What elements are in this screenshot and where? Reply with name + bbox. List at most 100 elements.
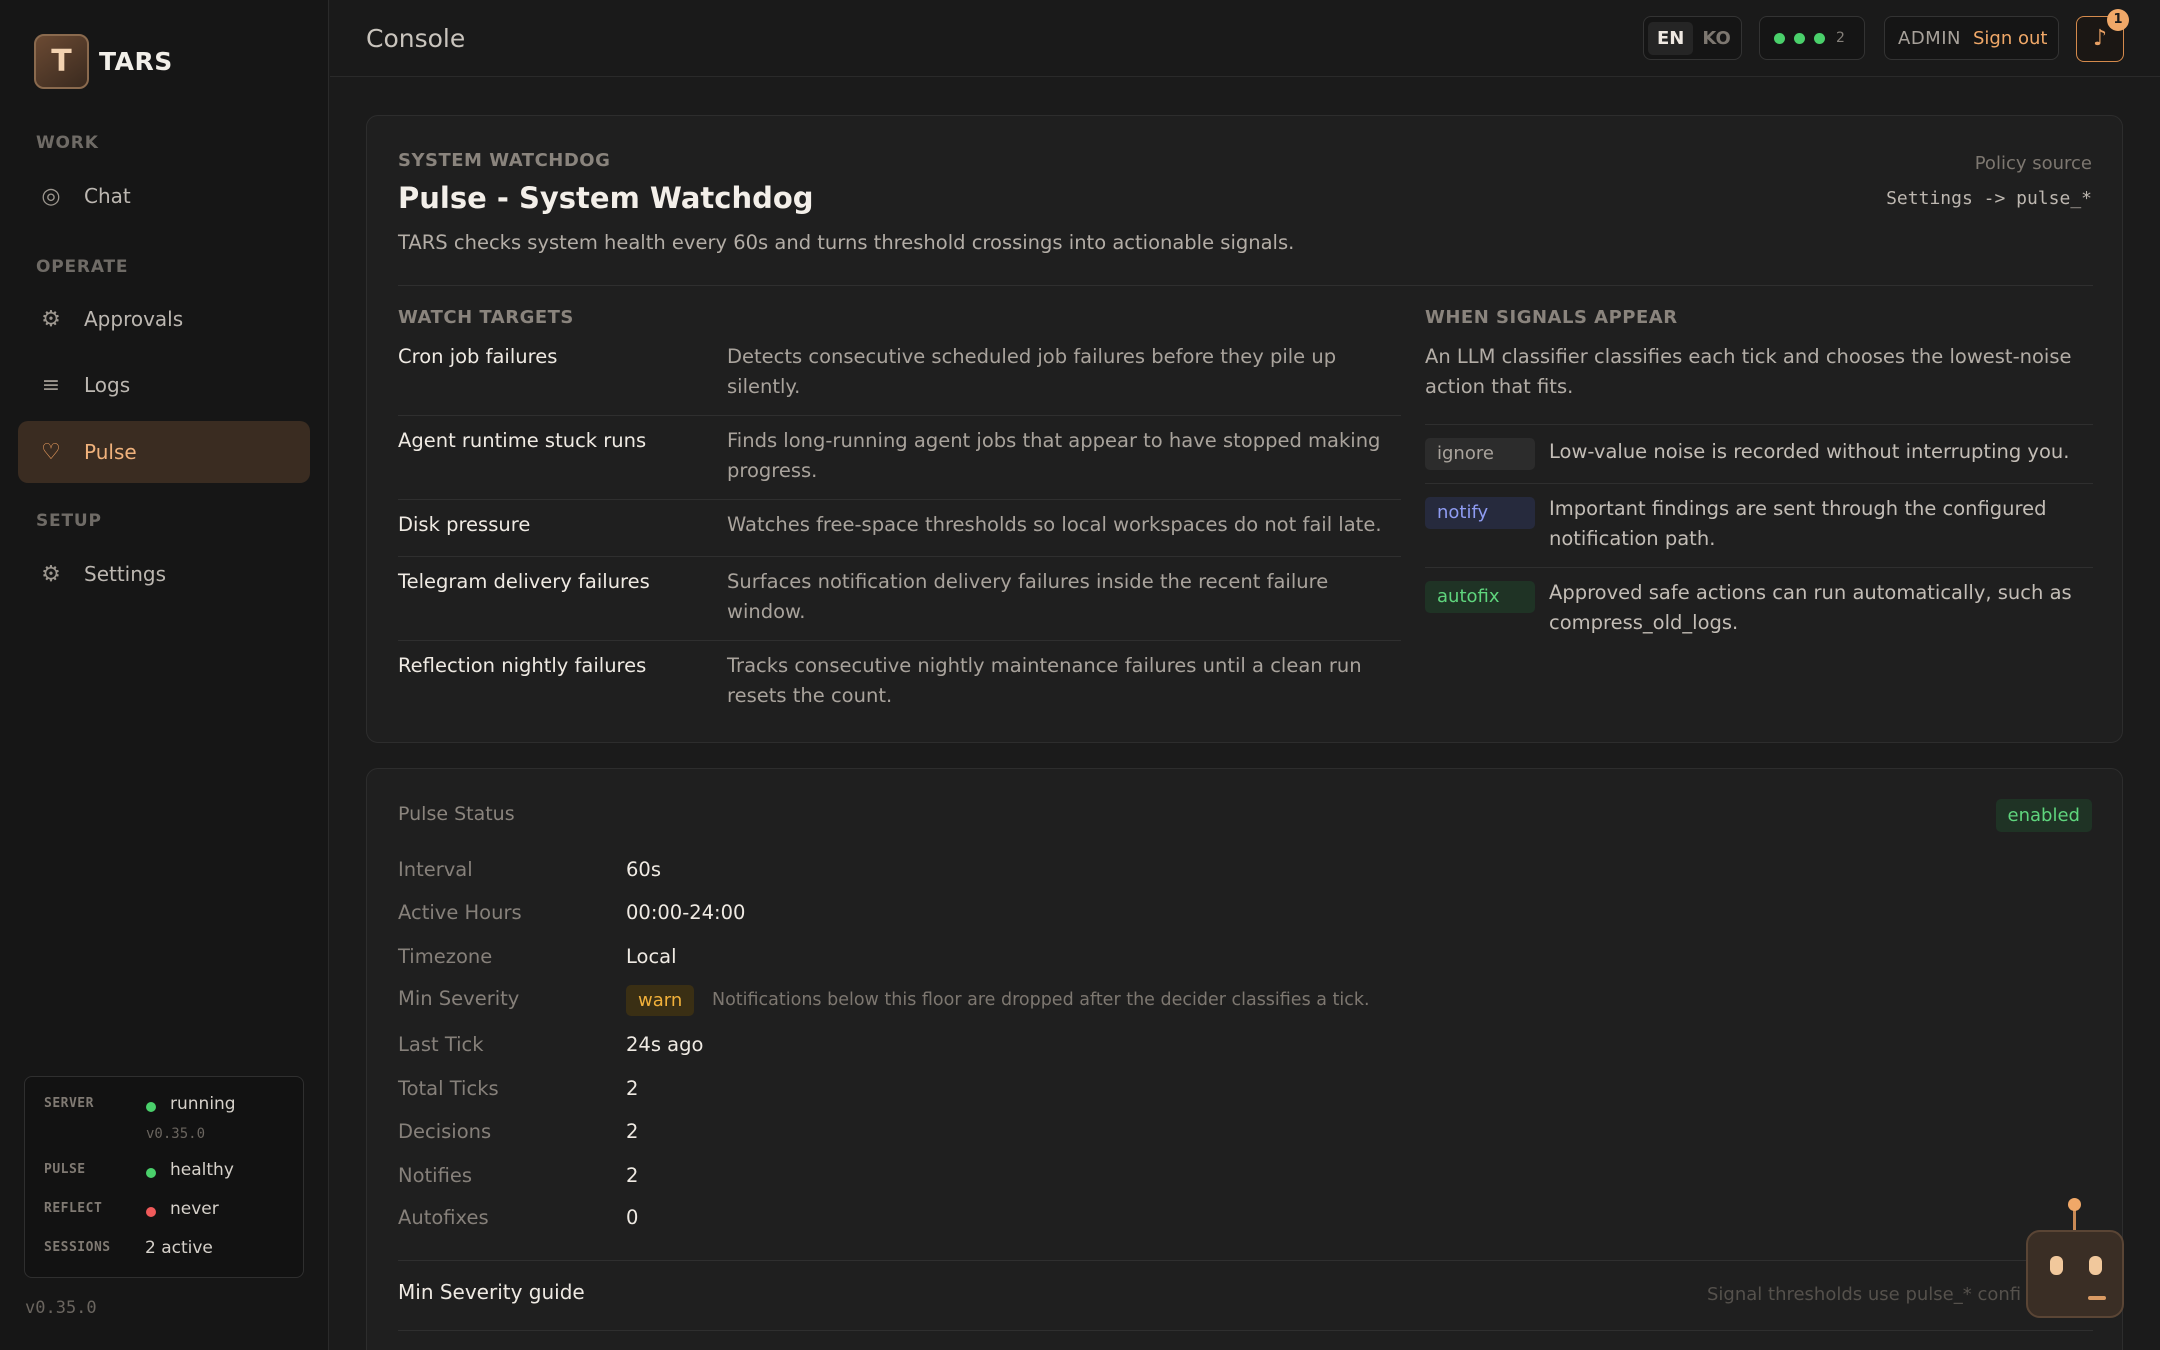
divider [398,556,1401,557]
kv-key: Notifies [398,1164,473,1187]
signal-desc: Approved safe actions can run automatica… [1549,581,2072,634]
sign-out-link[interactable]: Sign out [1973,28,2047,49]
policy-source-value: Settings -> pulse_* [1886,188,2092,209]
nav-section-setup: SETUP [36,511,102,531]
signal-tag-autofix: autofix [1425,581,1535,613]
kv-value: 2 [626,1164,639,1187]
severity-badge: warn [626,985,695,1016]
kv-key: Last Tick [398,1033,484,1056]
target-desc: Detects consecutive scheduled job failur… [727,345,1337,398]
kv-key: Timezone [398,945,493,968]
connection-indicator[interactable]: 2 [1759,16,1865,60]
kv-key: Total Ticks [398,1077,499,1100]
nav-section-work: WORK [36,133,99,153]
target-name: Cron job failures [398,345,558,368]
status-dot-icon [1774,32,1785,44]
nav-section-operate: OPERATE [36,257,129,277]
status-value: running [170,1094,236,1114]
divider [1425,424,2093,425]
divider [398,415,1401,416]
sidebar-item-pulse[interactable]: ♡ Pulse [18,421,310,483]
kv-key: Active Hours [398,901,522,924]
status-key: REFLECT [44,1201,103,1216]
sidebar-item-chat[interactable]: ◎ Chat [18,165,310,227]
watchdog-lead: TARS checks system health every 60s and … [398,231,1295,254]
target-icon: ◎ [41,183,61,209]
kv-value: 0 [626,1206,639,1229]
heart-icon: ♡ [41,439,61,465]
sidebar-item-label: Pulse [84,440,137,464]
kv-key: Autofixes [398,1206,489,1229]
kv-value: 2 [626,1120,639,1143]
signal-tag-ignore: ignore [1425,438,1535,470]
status-value: 2 active [145,1238,213,1258]
policy-source-label: Policy source [1974,153,2092,174]
signals-heading: WHEN SIGNALS APPEAR [1425,307,1678,328]
server-version: v0.35.0 [146,1126,206,1142]
target-name: Agent runtime stuck runs [398,429,647,452]
target-name: Disk pressure [398,513,531,536]
target-desc: Finds long-running agent jobs that appea… [727,429,1381,482]
kv-value: 60s [626,858,661,881]
divider [398,640,1401,641]
target-name: Telegram delivery failures [398,570,650,593]
kv-value: 24s ago [626,1033,704,1056]
connection-count: 2 [1836,30,1845,46]
sidebar-item-label: Settings [84,562,167,586]
status-dot-icon [1794,32,1805,44]
user-menu: ADMIN Sign out [1884,16,2059,60]
severity-note: Notifications below this floor are dropp… [712,990,1370,1010]
lang-ko-button[interactable]: KO [1693,22,1739,55]
status-badge: enabled [1995,799,2092,832]
divider [398,499,1401,500]
signals-lead: An LLM classifier classifies each tick a… [1425,345,2072,398]
status-row-reflect: REFLECT never [25,1197,303,1225]
topbar: Console EN KO 2 ADMIN Sign out ♪ 1 [330,0,2160,77]
status-dot-icon [146,1168,156,1178]
status-value: never [170,1199,219,1219]
target-desc: Surfaces notification delivery failures … [727,570,1329,623]
system-status-card: SERVER running PULSE healthy REFLECT nev… [24,1076,304,1278]
kv-value: Local [626,945,677,968]
status-heading: Pulse Status [398,803,515,825]
target-name: Reflection nightly failures [398,654,647,677]
severity-guide-title[interactable]: Min Severity guide [398,1280,585,1304]
section-eyebrow: SYSTEM WATCHDOG [398,150,611,171]
divider [398,1260,2093,1261]
kv-key: Interval [398,858,473,881]
target-desc: Watches free-space thresholds so local w… [727,513,1382,536]
sidebar-item-approvals[interactable]: ⚙ Approvals [18,288,310,350]
severity-guide-note: Signal thresholds use pulse_* confi [1707,1284,2022,1305]
watch-targets-heading: WATCH TARGETS [398,307,574,328]
target-desc: Tracks consecutive nightly maintenance f… [727,654,1362,707]
user-role: ADMIN [1898,27,1961,49]
robot-mouth [2088,1296,2106,1300]
status-row-pulse: PULSE healthy [25,1158,303,1186]
assistant-robot-icon[interactable] [2026,1230,2124,1318]
kv-value: 00:00-24:00 [626,901,746,924]
status-row-server: SERVER running [25,1092,303,1120]
status-row-sessions: SESSIONS 2 active [25,1236,303,1264]
sidebar-item-logs[interactable]: ≡ Logs [18,354,310,416]
robot-eye [2089,1256,2102,1275]
watchdog-card: SYSTEM WATCHDOG Pulse - System Watchdog … [366,115,2123,743]
pulse-status-card: Pulse Status enabled Interval 60s Active… [366,768,2123,1350]
watchdog-title: Pulse - System Watchdog [398,181,814,215]
robot-eye [2050,1256,2063,1275]
sidebar-item-label: Approvals [84,307,184,331]
list-icon: ≡ [41,372,61,398]
brand[interactable]: T TARS [34,34,173,89]
status-key: SERVER [44,1096,94,1111]
divider [1425,483,2093,484]
tars-logo: T [34,34,89,89]
sidebar: T TARS WORK ◎ Chat OPERATE ⚙ Approvals ≡… [0,0,329,1350]
page-title: Console [366,24,466,53]
kv-key: Min Severity [398,987,520,1010]
kv-value: 2 [626,1077,639,1100]
status-key: SESSIONS [44,1240,111,1255]
divider [398,1330,2093,1331]
cog-icon: ⚙ [41,561,61,587]
status-key: PULSE [44,1162,86,1177]
lang-en-button[interactable]: EN [1648,21,1694,55]
sidebar-item-settings[interactable]: ⚙ Settings [18,543,310,605]
